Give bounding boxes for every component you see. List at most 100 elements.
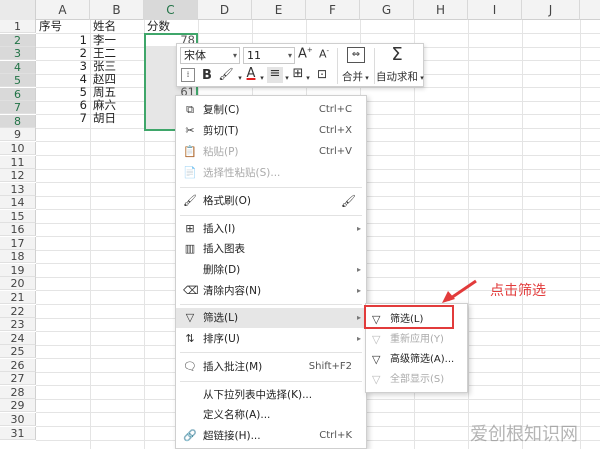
submenu-item-reapply[interactable]: ▽ 重新应用(Y) [366, 330, 467, 350]
font-name-select[interactable]: 宋体 ▾ [180, 47, 240, 64]
cell-a8[interactable]: 7 [36, 112, 90, 125]
cell-b8[interactable]: 胡日 [93, 112, 143, 125]
menu-item-filter[interactable]: ▽ 筛选(L) ▸ [176, 308, 366, 328]
column-header-d[interactable]: D [198, 0, 252, 20]
row-header-22[interactable]: 22 [0, 305, 36, 318]
row-header-29[interactable]: 29 [0, 399, 36, 412]
row-header-15[interactable]: 15 [0, 210, 36, 223]
menu-item-insert-comment[interactable]: 🗨 插入批注(M) Shift+F2 [176, 357, 366, 377]
cell-a3[interactable]: 2 [36, 47, 90, 60]
row-header-10[interactable]: 10 [0, 142, 36, 155]
row-header-14[interactable]: 14 [0, 196, 36, 209]
menu-item-clear[interactable]: ⌫ 清除内容(N) ▸ [176, 281, 366, 301]
merge-button[interactable]: 合并 ▾ [342, 69, 369, 84]
fill-color-icon[interactable]: 🖌 [217, 67, 235, 81]
cell-b1[interactable]: 姓名 [93, 20, 143, 33]
menu-divider [180, 304, 362, 305]
menu-item-sort[interactable]: ⇅ 排序(U) ▸ [176, 329, 366, 349]
cell-b2[interactable]: 李一 [93, 34, 143, 47]
cell-b3[interactable]: 王二 [93, 47, 143, 60]
column-header-a[interactable]: A [36, 0, 90, 20]
row-header-26[interactable]: 26 [0, 359, 36, 372]
autosum-button[interactable]: 自动求和 ▾ [376, 69, 424, 84]
chevron-down-icon[interactable]: ▾ [305, 74, 311, 82]
cell-a5[interactable]: 4 [36, 73, 90, 86]
decrease-font-button[interactable]: A- [317, 47, 331, 61]
row-header-24[interactable]: 24 [0, 332, 36, 345]
row-header-13[interactable]: 13 [0, 183, 36, 196]
cell-a1[interactable]: 序号 [39, 20, 89, 33]
column-header-c[interactable]: C [144, 0, 198, 20]
chevron-down-icon[interactable]: ▾ [284, 74, 290, 82]
row-header-20[interactable]: 20 [0, 277, 36, 290]
borders-icon[interactable]: ⊞ [291, 66, 305, 81]
column-header-i[interactable]: I [468, 0, 522, 20]
menu-item-format-painter[interactable]: 🖌 格式刷(O) 🖌 [176, 191, 366, 211]
row-header-28[interactable]: 28 [0, 386, 36, 399]
paintbrush-icon[interactable]: 🖌 [341, 191, 356, 211]
column-header-f[interactable]: F [306, 0, 360, 20]
row-header-2[interactable]: 2 [0, 34, 36, 47]
select-all-corner[interactable] [0, 0, 36, 20]
menu-item-insert[interactable]: ⊞ 插入(I) ▸ [176, 219, 366, 239]
column-header-h[interactable]: H [414, 0, 468, 20]
format-cells-icon[interactable]: ⁞ [181, 68, 195, 82]
row-header-12[interactable]: 12 [0, 169, 36, 182]
row-header-30[interactable]: 30 [0, 413, 36, 426]
menu-item-delete[interactable]: 删除(D) ▸ [176, 260, 366, 280]
cell-a6[interactable]: 5 [36, 86, 90, 99]
menu-item-define-name[interactable]: 定义名称(A)... [176, 405, 366, 425]
column-header-g[interactable]: G [360, 0, 414, 20]
row-header-19[interactable]: 19 [0, 264, 36, 277]
increase-font-button[interactable]: A+ [298, 46, 313, 61]
align-center-icon[interactable]: ≡ [267, 67, 283, 83]
menu-item-cut[interactable]: ✂ 剪切(T) Ctrl+X [176, 121, 366, 141]
chevron-down-icon[interactable]: ▾ [259, 74, 265, 82]
menu-item-insert-chart[interactable]: ▥ 插入图表 [176, 239, 366, 259]
column-header-e[interactable]: E [252, 0, 306, 20]
sigma-icon[interactable]: Σ [389, 44, 405, 65]
row-header-31[interactable]: 31 [0, 427, 36, 440]
cell-c1[interactable]: 分数 [147, 20, 197, 33]
menu-item-copy[interactable]: ⧉ 复制(C) Ctrl+C [176, 100, 366, 120]
row-header-25[interactable]: 25 [0, 345, 36, 358]
row-header-8[interactable]: 8 [0, 115, 36, 128]
cell-b4[interactable]: 张三 [93, 60, 143, 73]
bold-button[interactable]: B [201, 68, 213, 83]
menu-item-paste[interactable]: 📋 粘贴(P) Ctrl+V [176, 142, 366, 162]
decrease-font-icon: A [318, 47, 327, 61]
row-header-4[interactable]: 4 [0, 61, 36, 74]
menu-item-pick-from-list[interactable]: 从下拉列表中选择(K)... [176, 385, 366, 405]
row-header-7[interactable]: 7 [0, 101, 36, 114]
column-header-j[interactable]: J [522, 0, 580, 20]
row-header-11[interactable]: 11 [0, 156, 36, 169]
cell-a7[interactable]: 6 [36, 99, 90, 112]
submenu-item-advanced-filter[interactable]: ▽ 高级筛选(A)... [366, 350, 467, 370]
cell-a2[interactable]: 1 [36, 34, 90, 47]
cell-b7[interactable]: 麻六 [93, 99, 143, 112]
row-header-6[interactable]: 6 [0, 88, 36, 101]
row-header-3[interactable]: 3 [0, 47, 36, 60]
menu-item-paste-special[interactable]: 📄 选择性粘贴(S)... [176, 163, 366, 183]
floating-format-toolbar: 宋体 ▾ 11 ▾ A+ A- ⁞ B 🖌 ▾ A ▾ ≡ ▾ ⊞ ▾ ⊡ ⇔ … [176, 43, 424, 87]
merge-icon[interactable]: ⇔ [347, 47, 365, 63]
cell-a4[interactable]: 3 [36, 60, 90, 73]
font-size-select[interactable]: 11 ▾ [243, 47, 295, 64]
font-color-button[interactable]: A [245, 66, 257, 81]
submenu-item-show-all[interactable]: ▽ 全部显示(S) [366, 370, 467, 390]
cell-b6[interactable]: 周五 [93, 86, 143, 99]
row-header-9[interactable]: 9 [0, 128, 36, 141]
cell-b5[interactable]: 赵四 [93, 73, 143, 86]
row-header-27[interactable]: 27 [0, 372, 36, 385]
column-header-b[interactable]: B [90, 0, 144, 20]
row-header-5[interactable]: 5 [0, 74, 36, 87]
chevron-down-icon[interactable]: ▾ [237, 74, 243, 82]
row-header-16[interactable]: 16 [0, 223, 36, 236]
row-header-1[interactable]: 1 [0, 20, 36, 33]
row-header-23[interactable]: 23 [0, 318, 36, 331]
menu-item-hyperlink[interactable]: 🔗 超链接(H)... Ctrl+K [176, 426, 366, 446]
lock-icon[interactable]: ⊡ [315, 67, 329, 81]
row-header-18[interactable]: 18 [0, 250, 36, 263]
row-header-21[interactable]: 21 [0, 291, 36, 304]
row-header-17[interactable]: 17 [0, 237, 36, 250]
